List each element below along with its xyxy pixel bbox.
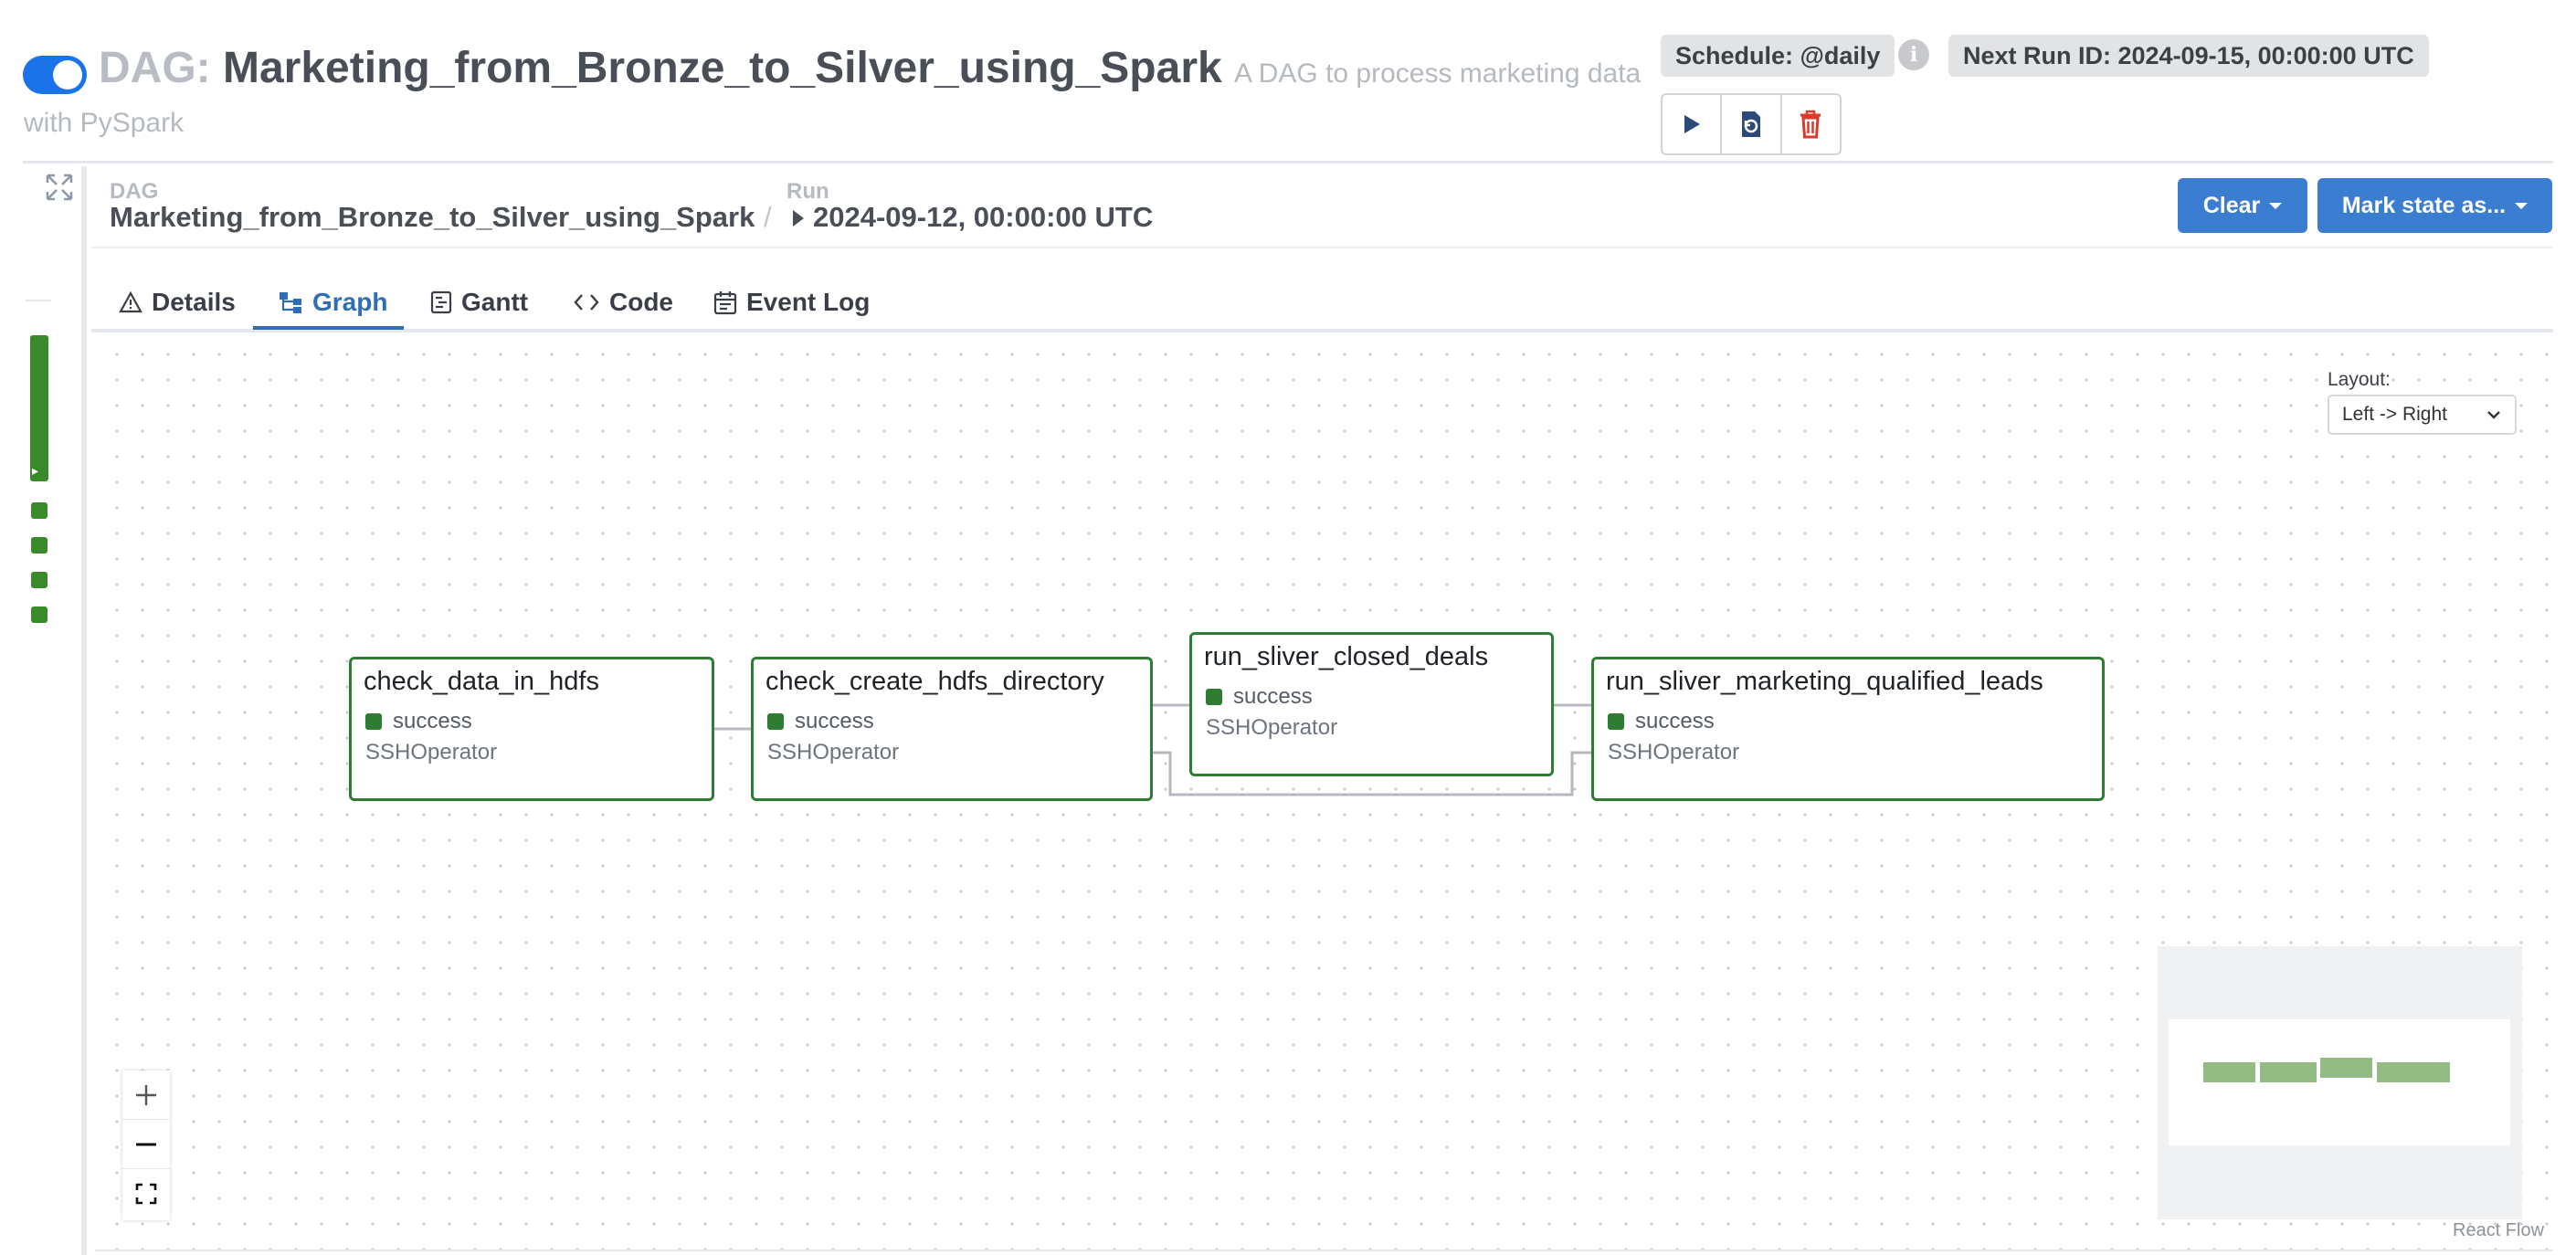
task-name: run_sliver_marketing_qualified_leads	[1606, 667, 2043, 696]
task-state: success	[1608, 709, 1715, 734]
task-operator: SSHOperator	[1608, 740, 1740, 765]
fit-view-button[interactable]	[122, 1169, 170, 1218]
task-node-run-sliver-closed-deals[interactable]: run_sliver_closed_deals success SSHOpera…	[1189, 632, 1554, 776]
task-state-label: success	[1635, 709, 1715, 733]
minimap-node	[2320, 1058, 2372, 1078]
task-name: check_data_in_hdfs	[364, 667, 599, 696]
state-indicator-icon	[365, 713, 382, 730]
minimap-node	[2377, 1062, 2450, 1082]
task-operator: SSHOperator	[767, 740, 900, 765]
task-state-label: success	[1233, 684, 1313, 709]
task-state-label: success	[393, 709, 472, 733]
plus-icon	[136, 1084, 156, 1105]
state-indicator-icon	[767, 713, 784, 730]
task-state-label: success	[795, 709, 874, 733]
minus-icon	[136, 1143, 156, 1145]
task-operator: SSHOperator	[1206, 715, 1338, 740]
minimap-node	[2203, 1062, 2255, 1082]
task-node-check-create-hdfs-directory[interactable]: check_create_hdfs_directory success SSHO…	[751, 657, 1153, 801]
task-node-check-data-in-hdfs[interactable]: check_data_in_hdfs success SSHOperator	[349, 657, 714, 801]
task-state: success	[1206, 684, 1313, 710]
react-flow-attribution[interactable]: React Flow	[2453, 1220, 2544, 1241]
state-indicator-icon	[1206, 689, 1222, 705]
task-operator: SSHOperator	[365, 740, 498, 765]
task-name: run_sliver_closed_deals	[1204, 642, 1489, 671]
minimap-viewport[interactable]	[2169, 1019, 2510, 1145]
zoom-out-button[interactable]	[122, 1120, 170, 1169]
task-state: success	[767, 709, 874, 734]
zoom-controls	[122, 1070, 170, 1220]
task-state: success	[365, 709, 472, 734]
fit-view-icon	[135, 1183, 157, 1205]
state-indicator-icon	[1608, 713, 1624, 730]
task-node-run-sliver-marketing-qualified-leads[interactable]: run_sliver_marketing_qualified_leads suc…	[1591, 657, 2105, 801]
minimap-node	[2260, 1062, 2317, 1082]
task-name: check_create_hdfs_directory	[765, 667, 1104, 696]
zoom-in-button[interactable]	[122, 1070, 170, 1120]
